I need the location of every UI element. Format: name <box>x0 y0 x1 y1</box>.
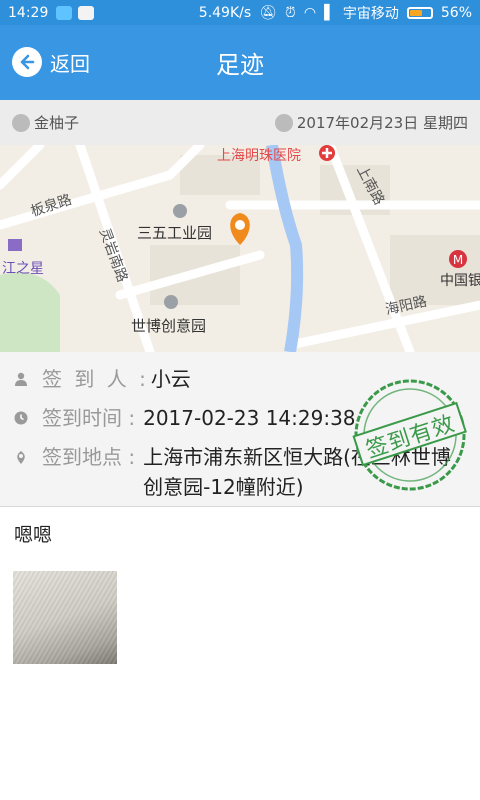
status-time: 14:29 <box>8 4 49 21</box>
battery-icon <box>406 6 433 19</box>
status-bar: 14:29 5.49K/s 🔕︎ ⏰︎ ◠ ▌ 宇宙移动 56% <box>0 0 480 25</box>
map-label-jiangzhixing: 江之星 <box>2 260 44 276</box>
map-label-hospital: 上海明珠医院 <box>217 147 301 163</box>
map-label-bank: 中国银 <box>440 272 480 288</box>
checkin-location-label: 签到地点 : <box>42 445 136 469</box>
valid-checkin-stamp: 签到有效 <box>350 375 470 495</box>
checkin-time-value: 2017-02-23 14:29:38 <box>143 406 356 430</box>
checkin-photo-thumbnail[interactable] <box>13 571 117 664</box>
checkin-time-label: 签到时间 : <box>42 406 136 430</box>
network-speed: 5.49K/s <box>198 4 252 21</box>
checkin-person-value: 小云 <box>150 367 191 391</box>
info-bar: 金柚子 2017年02月23日 星期四 <box>0 100 480 145</box>
map-label-sanwu-park: 三五工业园 <box>137 225 213 242</box>
app-notification-icon <box>56 5 73 20</box>
play-store-icon <box>78 5 95 20</box>
carrier-name: 宇宙移动 <box>342 5 399 22</box>
clock-icon <box>14 411 28 425</box>
alarm-icon: ⏰︎ <box>284 4 296 21</box>
map-label-expo-park: 世博创意园 <box>131 318 207 335</box>
map-view[interactable]: M 上海明珠医院 上南路 板泉路 灵岩南路 三五工业园 江之星 中国银 海阳路 … <box>0 145 480 352</box>
wifi-icon: ◠ <box>303 4 317 21</box>
user-info: 金柚子 <box>12 112 79 133</box>
clock-icon <box>274 113 293 132</box>
date-info: 2017年02月23日 星期四 <box>274 112 468 133</box>
location-icon <box>17 451 25 464</box>
date-text: 2017年02月23日 星期四 <box>296 114 468 132</box>
app-header: 返回 足迹 <box>0 25 480 100</box>
checkin-comment: 嗯嗯 <box>14 524 53 546</box>
svg-text:M: M <box>453 253 463 267</box>
page-title: 足迹 <box>216 51 264 79</box>
checkin-person-label: 签 到 人 : <box>42 367 149 391</box>
user-avatar-icon <box>12 113 30 132</box>
user-name: 金柚子 <box>34 114 80 132</box>
person-icon <box>15 372 27 386</box>
signal-icon: ▌ <box>324 4 335 21</box>
mute-icon: 🔕︎ <box>259 4 277 21</box>
battery-percent: 56% <box>440 4 472 21</box>
